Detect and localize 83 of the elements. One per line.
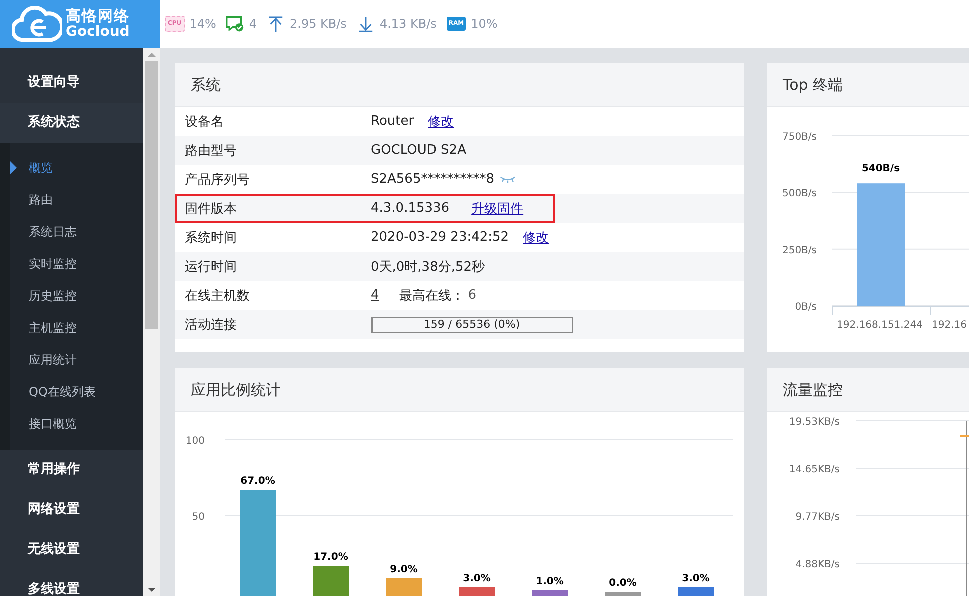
bar-value-label: 3.0% [463, 573, 491, 584]
sidebar-item[interactable]: 路由 [10, 184, 143, 216]
sidebar-item[interactable]: 概览 [10, 152, 143, 184]
sidebar-item[interactable]: 接口概览 [10, 408, 143, 440]
axis-tick-label: 250B/s [782, 245, 817, 256]
axis-tick-label: 4.88KB/s [796, 560, 840, 570]
bar-value-label: 3.0% [682, 573, 710, 584]
sidebar-group-item[interactable]: 设置向导 [0, 63, 143, 103]
sidebar-item[interactable]: 系统日志 [10, 216, 143, 248]
closed-eye-icon[interactable] [500, 176, 516, 184]
chart-bar [678, 587, 714, 596]
row-label: 活动连接 [185, 316, 238, 334]
series-marker [960, 435, 969, 437]
row-value: 0天,0时,38分,52秒 [371, 258, 486, 276]
peak-label: 最高在线： [399, 288, 464, 304]
sidebar-group-item[interactable]: 多线设置 [0, 570, 143, 596]
status-value: 10% [471, 17, 498, 31]
bar-value-label: 17.0% [314, 552, 348, 564]
chart-bar [532, 590, 568, 596]
row-label: 固件版本 [185, 200, 238, 218]
scrollbar-thumb[interactable] [145, 61, 158, 329]
row-value: 2020-03-29 23:42:52 [371, 230, 510, 245]
axis-category-label: 192.168.151.244 [837, 320, 923, 331]
chart-bar [386, 578, 422, 596]
row-label: 系统时间 [185, 230, 238, 246]
sidebar-item[interactable]: 历史监控 [10, 280, 143, 312]
scrollbar[interactable] [143, 48, 160, 596]
status-value: 2.95 KB/s [290, 17, 347, 31]
row-value: 4.3.0.15336 [371, 201, 450, 216]
axis-tick-label: 500B/s [782, 188, 817, 200]
host-count-link[interactable]: 4 [371, 288, 380, 303]
status-value: 4 [249, 17, 257, 31]
card-title: 系统 [175, 63, 744, 107]
scroll-up-icon[interactable] [148, 53, 156, 57]
axis-tick-label: 9.77KB/s [796, 512, 840, 523]
sidebar-group-item[interactable]: 无线设置 [0, 530, 143, 570]
axis-tick-label: 750B/s [782, 132, 817, 143]
row-value: Router [371, 114, 414, 129]
axis-tick-label: 50 [192, 512, 205, 523]
sidebar-group-item[interactable]: 网络设置 [0, 490, 143, 530]
scroll-down-icon[interactable] [148, 588, 156, 592]
sidebar-group-item[interactable]: 常用操作 [0, 450, 143, 490]
upload-arrow-icon [267, 16, 285, 32]
sidebar-item[interactable]: 应用统计 [10, 344, 143, 376]
download-arrow-icon [356, 16, 375, 32]
row-link[interactable]: 修改 [428, 112, 454, 130]
row-value: GOCLOUD S2A [371, 143, 466, 158]
status-value: 14% [190, 17, 216, 31]
bar-value-label: 540B/s [862, 164, 900, 175]
row-label: 在线主机数 [185, 288, 251, 304]
axis-tick-label: 100 [186, 436, 205, 447]
peak-value: 6 [468, 288, 477, 303]
brand-name: 高恪网络 [66, 8, 130, 25]
axis-category-label: 192.16 [932, 320, 967, 331]
axis-tick-label: 14.65KB/s [789, 464, 840, 476]
monitor-check-icon [226, 16, 244, 32]
bar-value-label: 9.0% [390, 564, 418, 576]
chart-bar [313, 566, 349, 596]
brand-subtitle: Gocloud [66, 24, 130, 40]
sidebar-group-item[interactable]: 系统状态 [0, 103, 143, 143]
progress-text: 159 / 65536 (0%) [424, 318, 520, 331]
row-link[interactable]: 修改 [523, 228, 550, 246]
bar-value-label: 67.0% [240, 476, 276, 488]
status-value: 4.13 KB/s [380, 17, 437, 31]
row-link[interactable]: 升级固件 [472, 200, 524, 218]
row-value: S2A565**********8 [371, 172, 494, 187]
card-title: Top 终端 [767, 63, 969, 107]
card-title: 流量监控 [767, 368, 969, 412]
cloud-logo-icon [12, 6, 62, 42]
row-label: 路由型号 [185, 142, 238, 160]
card-title: 应用比例统计 [175, 368, 744, 412]
row-label: 产品序列号 [185, 172, 251, 188]
axis-tick-label: 0B/s [795, 302, 817, 313]
bar-value-label: 0.0% [609, 578, 637, 589]
row-label: 设备名 [185, 114, 225, 130]
axis-tick-label: 19.53KB/s [789, 417, 840, 428]
chart-bar [459, 587, 495, 596]
sidebar-item[interactable]: QQ在线列表 [10, 376, 143, 408]
sidebar-item[interactable]: 主机监控 [10, 312, 143, 344]
bar-value-label: 1.0% [536, 576, 564, 588]
chart-bar [605, 592, 641, 596]
sidebar-item[interactable]: 实时监控 [10, 248, 143, 280]
row-label: 运行时间 [185, 258, 238, 276]
